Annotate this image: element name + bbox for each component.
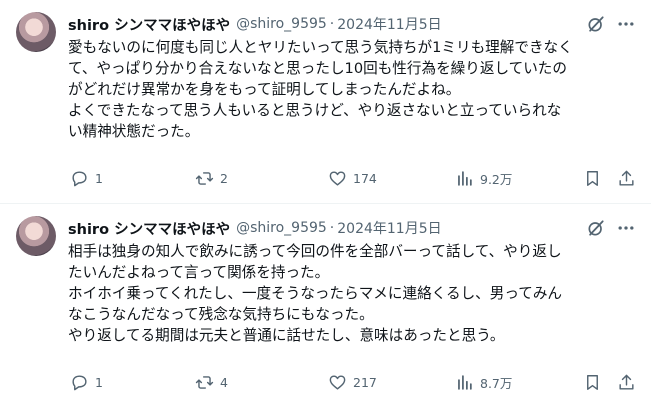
- grok-icon[interactable]: [586, 14, 606, 34]
- separator-dot: ·: [329, 220, 335, 236]
- reply-count: 1: [95, 374, 103, 390]
- like-button[interactable]: 217: [328, 369, 377, 395]
- share-icon: [619, 374, 634, 390]
- repost-button[interactable]: 4: [195, 369, 228, 395]
- share-button[interactable]: [617, 165, 636, 191]
- post-text-line: なこうなんだなって残念な気持ちにもなった。: [68, 306, 374, 323]
- bookmark-button[interactable]: [583, 165, 602, 191]
- post[interactable]: shiro シンママほやほや @shiro_9595 · 2024年11月5日 …: [0, 203, 651, 406]
- analytics-icon: [458, 374, 472, 390]
- action-bar: 1 2 174 9.2万: [60, 165, 650, 191]
- reply-icon: [72, 170, 87, 186]
- grok-icon[interactable]: [586, 218, 606, 238]
- post-text-line: よくできたなって思う人もいると思うけど、やり返さないと立っていられな: [68, 102, 562, 119]
- author-name[interactable]: shiro シンママほやほや: [68, 14, 230, 35]
- post-text: 相手は独身の知人で飲みに誘って今回の件を全部バーって話して、やり返し たいんだよ…: [68, 241, 648, 346]
- repost-count: 2: [220, 170, 228, 186]
- views-button[interactable]: 9.2万: [455, 165, 512, 191]
- views-button[interactable]: 8.7万: [455, 369, 512, 395]
- analytics-icon: [458, 170, 472, 186]
- bookmark-icon: [587, 170, 598, 186]
- post-date[interactable]: 2024年11月5日: [337, 14, 441, 34]
- post-text-line: 相手は独身の知人で飲みに誘って今回の件を全部バーって話して、やり返し: [68, 243, 562, 260]
- post-text-line: たいんだよねって言って関係を持った。: [68, 264, 330, 281]
- author-name[interactable]: shiro シンママほやほや: [68, 218, 230, 239]
- reply-icon: [72, 374, 87, 390]
- reply-button[interactable]: 1: [70, 165, 103, 191]
- post-header: shiro シンママほやほや @shiro_9595 · 2024年11月5日: [68, 14, 442, 34]
- post-header: shiro シンママほやほや @shiro_9595 · 2024年11月5日: [68, 218, 442, 238]
- bookmark-button[interactable]: [583, 369, 602, 395]
- repost-icon: [195, 375, 214, 389]
- repost-button[interactable]: 2: [195, 165, 228, 191]
- post-text: 愛もないのに何度も同じ人とヤリたいって思う気持ちが1ミリも理解できなく て、やっ…: [68, 37, 648, 142]
- repost-icon: [195, 171, 214, 185]
- bookmark-icon: [587, 374, 598, 390]
- post-date[interactable]: 2024年11月5日: [337, 218, 441, 238]
- share-button[interactable]: [617, 369, 636, 395]
- view-count: 8.7万: [480, 375, 513, 391]
- view-count: 9.2万: [480, 171, 513, 187]
- author-handle[interactable]: @shiro_9595: [236, 16, 327, 32]
- like-count: 174: [353, 170, 377, 186]
- reply-count: 1: [95, 170, 103, 186]
- reply-button[interactable]: 1: [70, 369, 103, 395]
- share-icon: [619, 170, 634, 186]
- avatar[interactable]: [16, 216, 56, 256]
- action-bar: 1 4 217 8.7万: [60, 369, 650, 395]
- more-icon[interactable]: [616, 14, 636, 34]
- like-button[interactable]: 174: [328, 165, 377, 191]
- heart-icon: [329, 374, 346, 390]
- repost-count: 4: [220, 374, 228, 390]
- heart-icon: [329, 170, 346, 186]
- post-text-line: ホイホイ乗ってくれたし、一度そうなったらマメに連絡くるし、男ってみん: [68, 285, 563, 302]
- post-text-line: がどれだけ異常かを身をもって証明してしまったんだよね。: [68, 81, 461, 98]
- post-text-line: やり返してる期間は元夫と普通に話せたし、意味はあったと思う。: [68, 327, 505, 344]
- more-icon[interactable]: [616, 218, 636, 238]
- separator-dot: ·: [329, 16, 335, 32]
- post-text-line: て、やっぱり分かり合えないなと思ったし10回も性行為を繰り返していたの: [68, 60, 567, 77]
- avatar[interactable]: [16, 12, 56, 52]
- post[interactable]: shiro シンママほやほや @shiro_9595 · 2024年11月5日 …: [0, 0, 651, 203]
- post-text-line: い精神状態だった。: [68, 123, 200, 140]
- post-text-line: 愛もないのに何度も同じ人とヤリたいって思う気持ちが1ミリも理解できなく: [68, 39, 573, 56]
- like-count: 217: [353, 374, 377, 390]
- author-handle[interactable]: @shiro_9595: [236, 220, 327, 236]
